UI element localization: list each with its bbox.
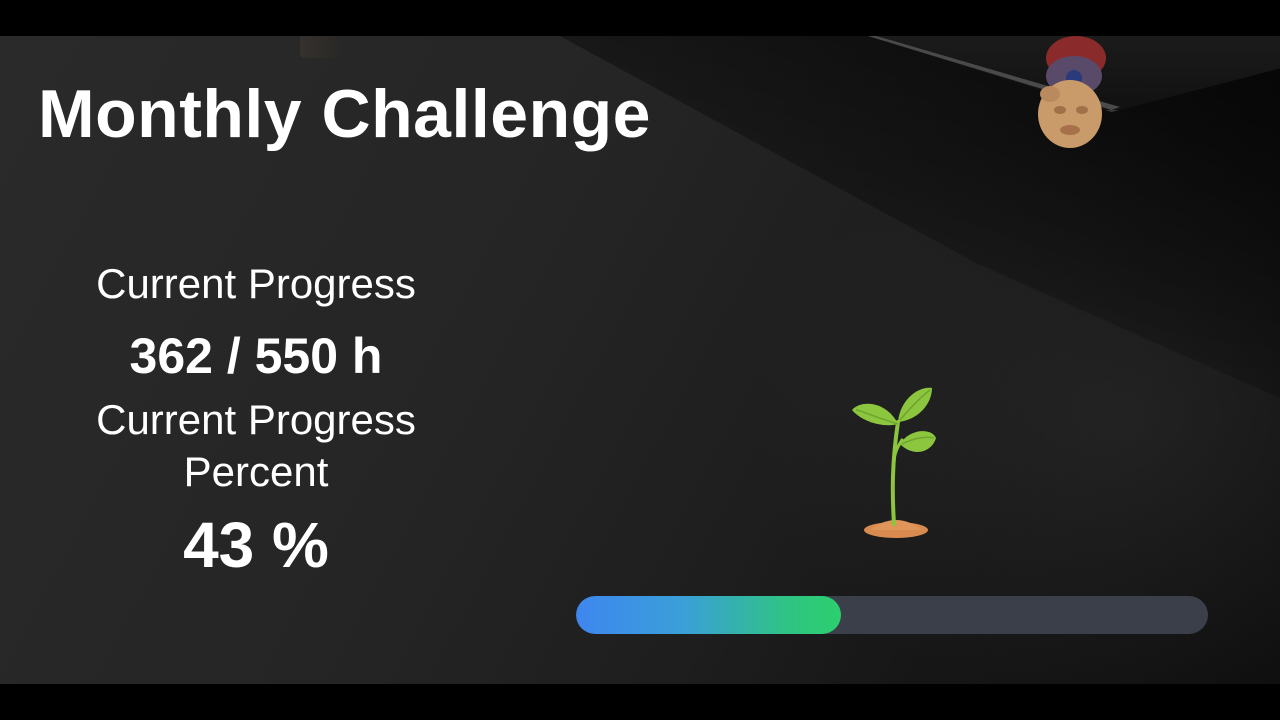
percent-label-line2: Percent [183, 448, 329, 495]
hours-label: Current Progress [96, 260, 416, 307]
percent-value: 43 % [183, 509, 329, 581]
hours-value: 362 / 550 h [129, 328, 383, 384]
letterbox-top [0, 0, 1280, 36]
background-post [300, 36, 340, 58]
page-title: Monthly Challenge [38, 76, 651, 152]
letterbox-bottom [0, 684, 1280, 720]
seedling-icon [852, 387, 936, 538]
stream-scene: Monthly Challenge Current Progress 362 /… [0, 36, 1280, 684]
progress-stats: Current Progress 362 / 550 h Current Pro… [40, 258, 472, 580]
video-frame: Monthly Challenge Current Progress 362 /… [0, 0, 1280, 720]
percent-label-line1: Current Progress [96, 396, 416, 443]
progress-bar [576, 596, 1208, 634]
toy-figure-image [1038, 36, 1106, 148]
progress-bar-fill [576, 596, 842, 634]
